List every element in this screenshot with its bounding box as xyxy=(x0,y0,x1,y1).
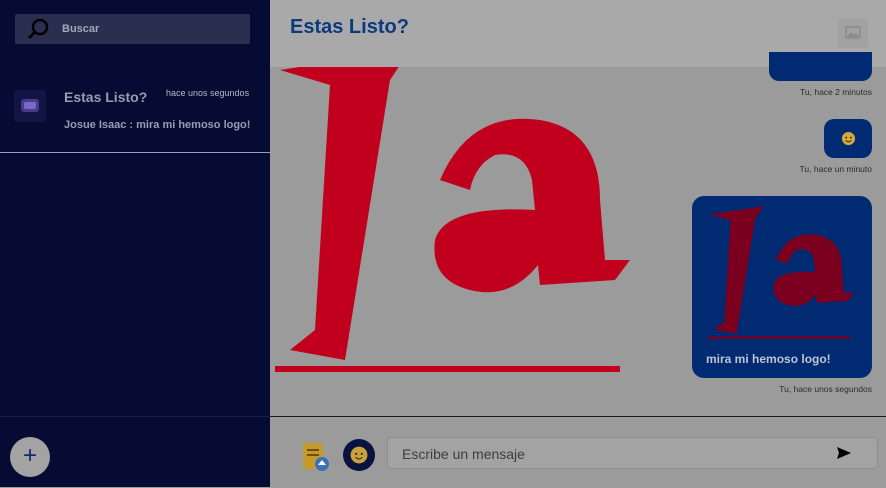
chat-title: Estas Listo? xyxy=(290,16,409,38)
message-meta: Tu, hace un minuto xyxy=(799,164,872,174)
attach-file-icon[interactable] xyxy=(301,441,331,473)
emoji-button[interactable] xyxy=(343,439,375,471)
sidebar-footer: + xyxy=(0,416,270,488)
message-bubble-emoji xyxy=(824,119,872,158)
conversation-item[interactable]: Estas Listo? hace unos segundos Josue Is… xyxy=(0,70,270,153)
image-thumbnail xyxy=(707,206,855,339)
message-meta: Tu, hace unos segundos xyxy=(779,384,872,394)
send-icon[interactable] xyxy=(836,446,852,460)
conversation-avatar xyxy=(14,90,46,122)
image-preview-logo xyxy=(275,50,630,372)
group-avatar-icon xyxy=(21,99,39,112)
emoji-icon xyxy=(841,131,856,146)
message-caption: mira mi hemoso logo! xyxy=(706,352,831,366)
search-input[interactable]: Buscar xyxy=(62,23,99,35)
message-bubble xyxy=(769,52,872,81)
chat-panel: Estas Listo? Tu, hace 2 minutos Tu, hace… xyxy=(270,0,886,488)
message-placeholder: Escribe un mensaje xyxy=(402,446,525,462)
add-conversation-button[interactable]: + xyxy=(10,437,50,477)
conversation-preview: Josue Isaac : mira mi hemoso logo! xyxy=(64,119,251,131)
emoji-icon xyxy=(350,446,368,464)
plus-icon: + xyxy=(22,442,37,469)
conversation-time: hace unos segundos xyxy=(166,88,250,98)
search-bar[interactable]: Buscar xyxy=(15,14,250,44)
message-input[interactable]: Escribe un mensaje xyxy=(387,437,878,469)
conversation-name: Estas Listo? xyxy=(64,89,148,105)
search-icon xyxy=(27,18,49,40)
message-composer: Escribe un mensaje xyxy=(270,416,886,488)
message-bubble-image[interactable]: mira mi hemoso logo! xyxy=(692,196,872,378)
image-icon[interactable] xyxy=(838,18,868,48)
sidebar: Buscar Estas Listo? hace unos segundos J… xyxy=(0,0,270,487)
message-meta: Tu, hace 2 minutos xyxy=(800,87,872,97)
